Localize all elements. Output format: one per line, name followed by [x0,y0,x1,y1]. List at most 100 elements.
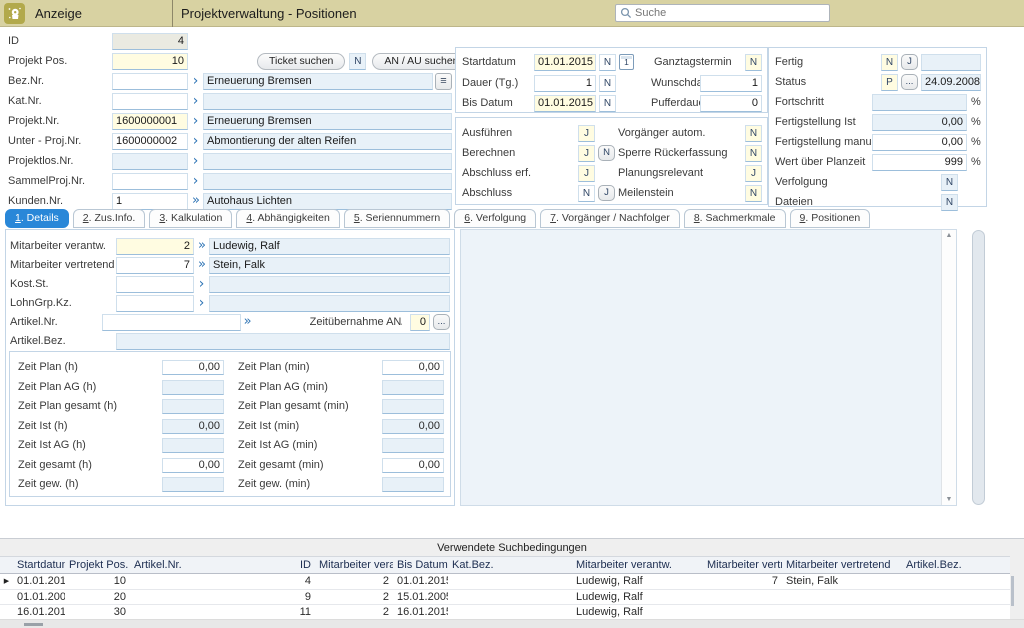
zeit-row: Zeit Plan (min)0,00 [238,360,444,375]
grid-header-cell[interactable]: Projekt Pos. [65,557,130,573]
tab-verfolgung[interactable]: 6. Verfolgung [454,209,536,228]
grid-header-cell[interactable]: Startdatum [13,557,65,573]
planungsrelevant-flag[interactable]: J [745,165,762,182]
fertig-toggle-button[interactable]: J [901,54,918,70]
chevron-right-icon[interactable]: › [188,73,203,89]
chevron-right-icon[interactable]: › [188,93,203,109]
zeit-row: Zeit gew. (min) [238,477,444,492]
tab-kalkulation[interactable]: 3. Kalkulation [149,209,232,228]
zeit-label: Zeit gesamt (h) [18,458,162,471]
calendar-icon[interactable]: 1 [619,54,634,70]
tab-abhängigkeiten[interactable]: 4. Abhängigkeiten [236,209,340,228]
tab-seriennummern[interactable]: 5. Seriennummern [344,209,450,228]
unter-proj-nr-field[interactable]: 1600000002 [112,133,188,150]
zeit-field[interactable]: 0,00 [162,360,224,375]
wert-ueber-planzeit-field[interactable]: 999 [872,154,967,171]
lohngrp-kz-field[interactable] [116,295,194,312]
grid-header-cell[interactable]: ID [255,557,315,573]
bez-nr-field[interactable] [112,73,188,90]
chevron-right-icon[interactable]: › [194,276,209,292]
projekt-pos-field[interactable]: 10 [112,53,188,70]
sammelproj-nr-field[interactable] [112,173,188,190]
zeit-row: Zeit Plan gesamt (h) [18,399,224,414]
ticket-suchen-flag[interactable]: N [349,53,366,70]
tab-vorgänger-nachfolger[interactable]: 7. Vorgänger / Nachfolger [540,209,680,228]
bis-datum-field[interactable]: 01.01.2015 [534,95,596,112]
status-ellipsis-button[interactable]: ... [901,74,918,90]
search-input[interactable] [635,7,829,19]
fertig-flag[interactable]: N [881,54,898,71]
app-icon[interactable] [4,3,25,24]
dauer-field[interactable]: 1 [534,75,596,92]
sperre-label: Sperre Rückerfassung [618,145,745,159]
ausfuehren-flag[interactable]: J [578,125,595,142]
dauer-flag[interactable]: N [599,75,616,92]
tab-details[interactable]: 1. Details [5,209,69,228]
zeit-field[interactable]: 0,00 [162,458,224,473]
scroll-up-icon[interactable]: ▲ [946,232,953,239]
grid-cell: 01.01.2015 [13,574,65,589]
double-chevron-icon[interactable]: » [194,238,209,254]
zeituebernahme-ellipsis-button[interactable]: ... [433,314,450,330]
abschluss-flag[interactable]: N [578,185,595,202]
tab-sachmerkmale[interactable]: 8. Sachmerkmale [684,209,786,228]
grid-horizontal-scrollbar-thumb[interactable] [24,623,43,626]
grid-row[interactable]: ▶01.01.2015104201.01.2015Ludewig, Ralf7S… [0,574,1010,590]
kunden-nr-field[interactable]: 1 [112,193,188,210]
pufferdauer-field[interactable]: 0 [700,95,762,112]
memo-button[interactable]: ≡ [435,73,452,90]
grid-header-cell[interactable]: Mitarbeiter verantw. [572,557,703,573]
chevron-right-icon[interactable]: › [188,173,203,189]
abschluss-erf-flag[interactable]: J [578,165,595,182]
search-box[interactable] [615,4,830,22]
abschluss-toggle-button[interactable]: J [598,185,615,201]
kat-nr-field[interactable] [112,93,188,110]
ticket-suchen-button[interactable]: Ticket suchen [257,53,345,70]
kost-st-field[interactable] [116,276,194,293]
grid-header-cell[interactable]: Artikel.Bez. [902,557,1010,573]
chevron-right-icon[interactable]: › [188,133,203,149]
status-flag[interactable]: P [881,74,898,91]
notes-panel[interactable]: ▲ ▼ [460,229,957,506]
grid-horizontal-scrollbar[interactable] [0,619,1024,628]
fertigstellung-manuell-field[interactable]: 0,00 [872,134,967,151]
double-chevron-icon[interactable]: » [188,193,203,209]
zeit-field[interactable]: 0,00 [382,458,444,473]
grid-header-cell[interactable]: Mitarbeiter verantw. [315,557,393,573]
double-chevron-icon[interactable]: » [241,314,254,330]
grid-row[interactable]: 01.01.2005209215.01.2005Ludewig, Ralf [0,590,1010,606]
chevron-right-icon[interactable]: › [194,295,209,311]
berechnen-toggle-button[interactable]: N [598,145,615,161]
wunschdauer-field[interactable]: 1 [700,75,762,92]
ganztagstermin-flag[interactable]: N [745,54,762,71]
projekt-nr-field[interactable]: 1600000001 [112,113,188,130]
bis-datum-flag[interactable]: N [599,95,616,112]
zeituebernahme-field[interactable]: 0 [410,314,430,331]
berechnen-flag[interactable]: J [578,145,595,162]
notes-scrollbar[interactable]: ▲ ▼ [941,230,956,505]
startdatum-field[interactable]: 01.01.2015 [534,54,596,71]
grid-vertical-scrollbar[interactable] [1011,576,1014,606]
chevron-right-icon[interactable]: › [188,153,203,169]
projekt-nr-label: Projekt.Nr. [8,113,112,127]
sperre-flag[interactable]: N [745,145,762,162]
grid-header-cell[interactable]: Bis Datum [393,557,448,573]
grid-header-cell[interactable]: Mitarbeiter vertretend [703,557,782,573]
scroll-down-icon[interactable]: ▼ [946,496,953,503]
grid-header-cell[interactable]: Kat.Bez. [448,557,572,573]
tab-zus-info-[interactable]: 2. Zus.Info. [73,209,146,228]
page-scrollbar[interactable] [972,230,985,505]
grid-header-cell[interactable]: Artikel.Nr. [130,557,255,573]
mitarbeiter-vertretend-field[interactable]: 7 [116,257,194,274]
grid-cell [703,605,782,620]
artikel-nr-field[interactable] [102,314,240,331]
grid-header-cell[interactable]: Mitarbeiter vertretend [782,557,902,573]
chevron-right-icon[interactable]: › [188,113,203,129]
meilenstein-flag[interactable]: N [745,185,762,202]
mitarbeiter-verantw-field[interactable]: 2 [116,238,194,255]
tab-positionen[interactable]: 9. Positionen [790,209,871,228]
zeit-field[interactable]: 0,00 [382,360,444,375]
startdatum-flag[interactable]: N [599,54,616,71]
vorgaenger-flag[interactable]: N [745,125,762,142]
double-chevron-icon[interactable]: » [194,257,209,273]
